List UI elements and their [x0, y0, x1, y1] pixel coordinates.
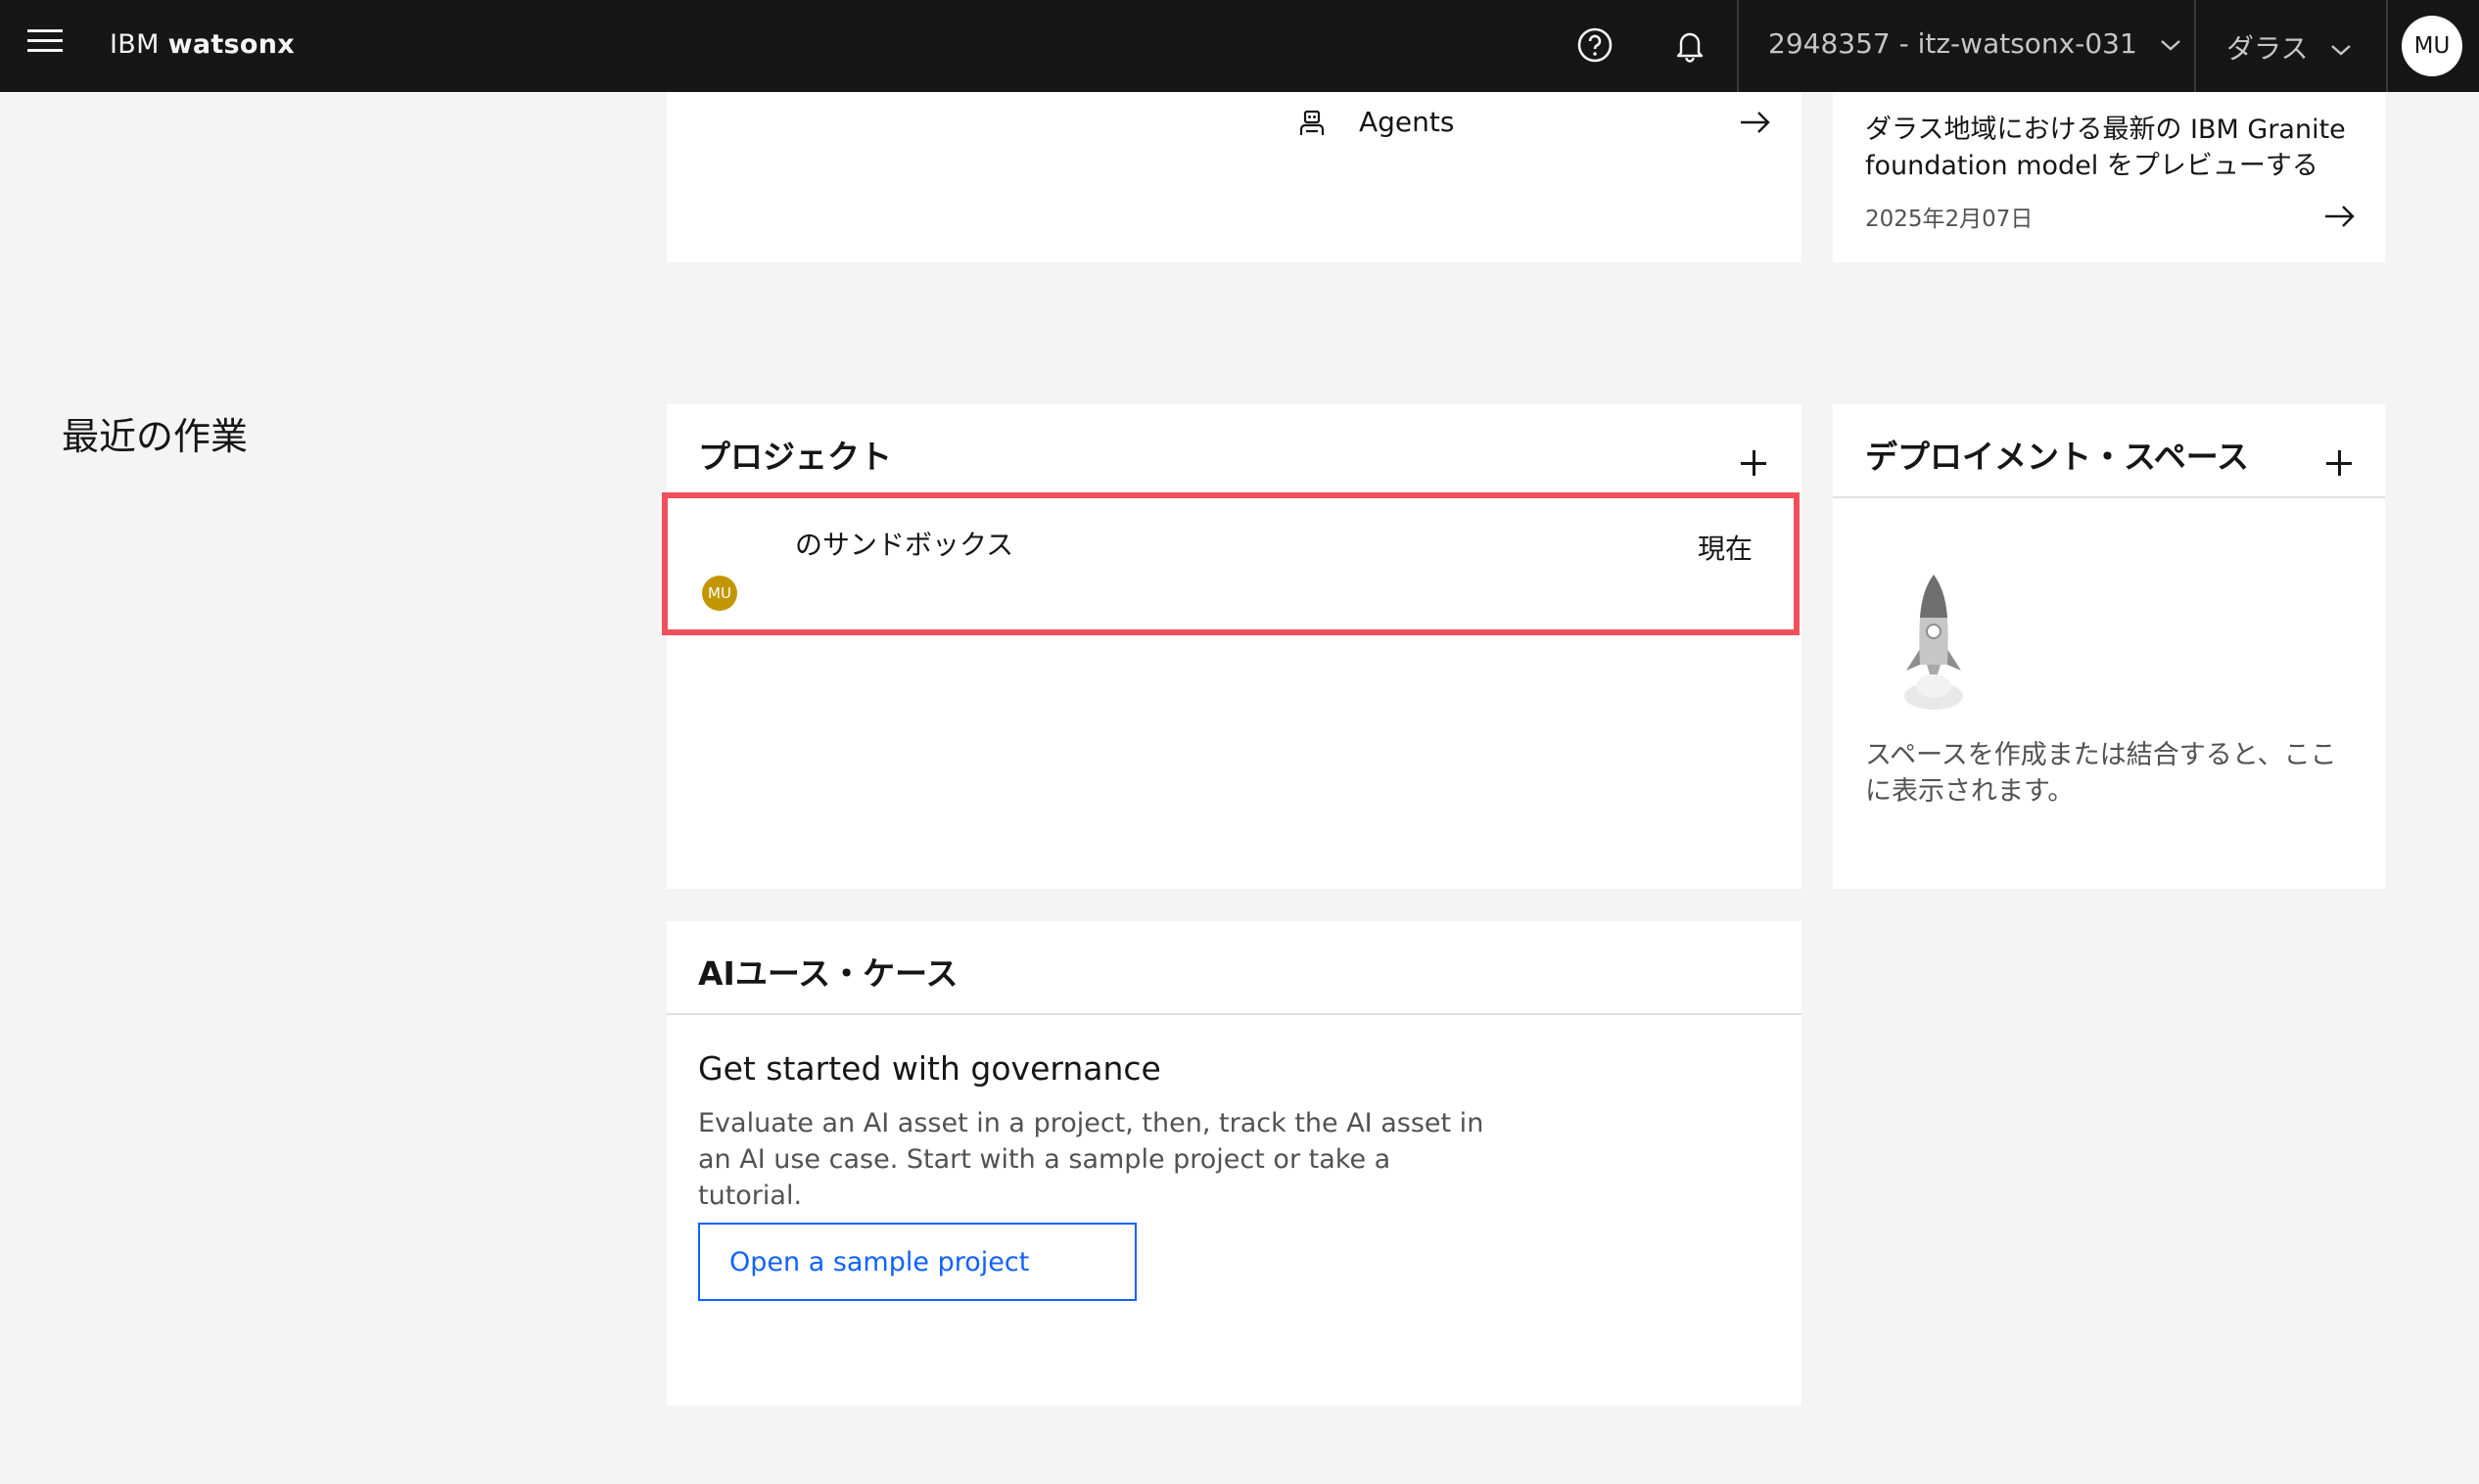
hamburger-menu-icon[interactable]: [27, 29, 63, 63]
ai-use-cases-title: AIユース・ケース: [698, 954, 959, 993]
add-project-icon[interactable]: [1741, 450, 1766, 476]
project-status: 現在: [1697, 533, 1753, 565]
agent-robot-icon: [1299, 110, 1325, 135]
news-title[interactable]: ダラス地域における最新の IBM Granite foundation mode…: [1865, 112, 2374, 184]
header-divider: [1737, 0, 1739, 92]
tile-divider: [1833, 496, 2385, 498]
governance-heading: Get started with governance: [698, 1049, 1161, 1088]
brand-name: watsonx: [167, 29, 296, 60]
region-label: ダラス: [2226, 32, 2309, 65]
deployment-spaces-title: デプロイメント・スペース: [1865, 438, 2250, 476]
region-switcher[interactable]: ダラス: [2226, 27, 2352, 67]
projects-title: プロジェクト: [698, 438, 892, 476]
chevron-down-icon: [2331, 45, 2352, 56]
arrow-right-icon: [1741, 112, 1770, 133]
news-date: 2025年2月07日: [1865, 207, 2034, 232]
header-divider: [2386, 0, 2388, 92]
chevron-down-icon: [2160, 40, 2180, 51]
governance-description: Evaluate an AI asset in a project, then,…: [698, 1108, 1484, 1211]
rocket-icon: [1904, 575, 1963, 710]
header-divider: [2194, 0, 2196, 92]
user-avatar[interactable]: MU: [2402, 16, 2462, 76]
owner-avatar: MU: [702, 576, 737, 611]
help-icon[interactable]: [1575, 25, 1614, 65]
arrow-right-icon[interactable]: [2323, 204, 2357, 229]
open-sample-project-button[interactable]: Open a sample project: [698, 1223, 1137, 1301]
account-label: 2948357 - itz-watsonx-031: [1768, 27, 2137, 60]
add-space-icon[interactable]: [2326, 450, 2352, 476]
tile-divider: [667, 1013, 1801, 1015]
agents-link[interactable]: Agents: [1298, 106, 1774, 139]
product-brand[interactable]: IBM watsonx: [110, 29, 295, 60]
project-list-item[interactable]: のサンドボックス MU 現在: [662, 492, 1800, 635]
agents-label: Agents: [1359, 106, 1455, 138]
project-name: のサンドボックス: [795, 529, 1014, 561]
recent-work-heading: 最近の作業: [62, 415, 249, 458]
notification-bell-icon[interactable]: [1670, 25, 1709, 65]
brand-prefix: IBM: [110, 29, 160, 60]
empty-spaces-message: スペースを作成または結合すると、ここに表示されます。: [1865, 740, 2337, 807]
top-navigation-bar: IBM watsonx 2948357 - itz-watsonx-031 ダラ…: [0, 0, 2479, 92]
account-switcher[interactable]: 2948357 - itz-watsonx-031: [1768, 27, 2181, 60]
